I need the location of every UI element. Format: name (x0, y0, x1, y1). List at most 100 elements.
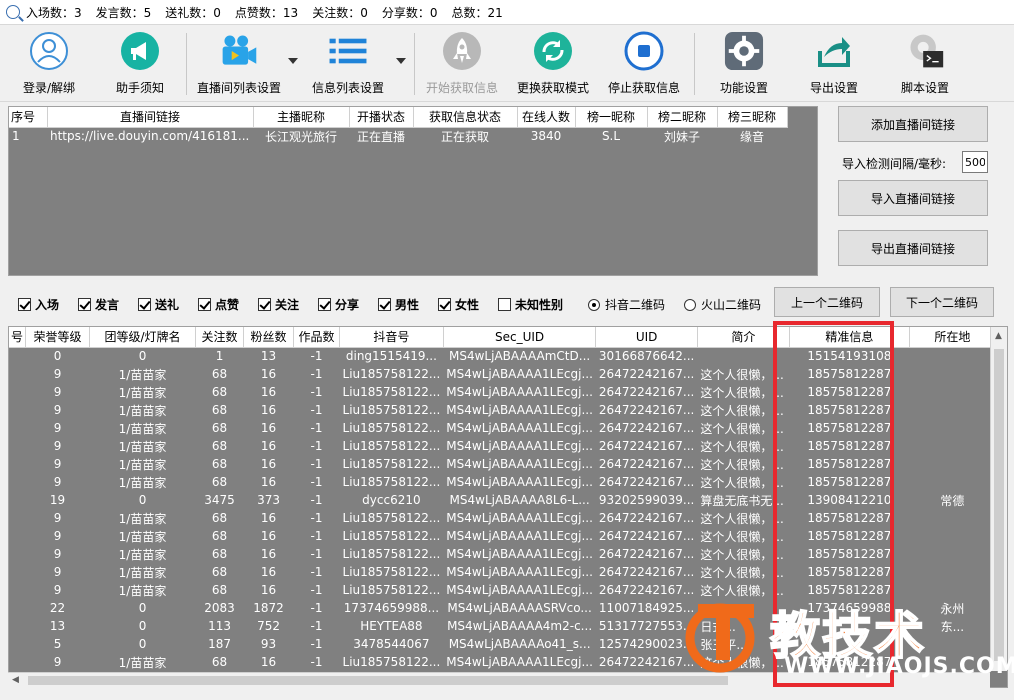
live-col-header[interactable]: 直播间链接 (47, 107, 254, 128)
table-row[interactable]: 9 1/苗苗家 68 16 -1 Liu185758122... MS4wLjABAAAA1… (9, 419, 995, 437)
chevron-down-icon[interactable] (396, 58, 406, 64)
table-cell: 18575812287 (807, 385, 892, 399)
scroll-left-icon[interactable]: ◀ (12, 675, 19, 685)
table-row[interactable]: 0 0 1 13 -1 ding1515419... MS4wLjABAAAAmCtD...… (9, 347, 995, 365)
scroll-thumb[interactable] (994, 349, 1004, 661)
filter-checkbox[interactable]: 男性 (378, 296, 419, 313)
export-icon (814, 31, 854, 71)
table-cell: -1 (310, 349, 323, 364)
script-settings-button[interactable]: 脚本设置 (894, 31, 956, 99)
live-col-header[interactable]: 开播状态 (349, 107, 414, 128)
vertical-scrollbar[interactable]: ▲ (990, 327, 1007, 671)
table-cell: 这个人很懒，... (700, 475, 784, 490)
stop-fetch-button[interactable]: 停止获取信息 (604, 31, 684, 99)
table-cell (909, 419, 995, 437)
table-row[interactable]: 9 1/苗苗家 68 16 -1 Liu185758122... MS4wLjABAAAA1… (9, 563, 995, 581)
live-col-header[interactable]: 榜三昵称 (717, 107, 788, 128)
table-cell: -1 (310, 637, 323, 651)
table-row[interactable]: 1 https://live.douyin.com/416181... 长江观光旅行… (9, 127, 787, 145)
add-live-link-button[interactable]: 添加直播间链接 (838, 106, 988, 142)
douyin-qr-radio[interactable]: 抖音二维码 (588, 296, 665, 313)
info-col-header[interactable]: 精准信息 (789, 327, 910, 348)
info-table[interactable]: 号荣誉等级 团等级/灯牌名 关注数 粉丝数 作品数 抖音号 Sec_UID UID 简介 精准信息… (8, 326, 1008, 688)
table-row[interactable]: 5 0 187 93 -1 3478544067 MS4wLjABAAAAo41_s... 1… (9, 635, 995, 653)
info-col-header[interactable]: 关注数 (195, 327, 245, 348)
table-row[interactable]: 9 1/苗苗家 68 16 -1 Liu185758122... MS4wLjABAAAA1… (9, 527, 995, 545)
live-room-table[interactable]: 序号 直播间链接 主播昵称 开播状态 获取信息状态 在线人数 榜一昵称 榜二昵称 榜三昵称 1 h… (8, 106, 818, 276)
helper-button[interactable]: 助手须知 (108, 31, 172, 99)
table-cell: 1872 (253, 601, 284, 615)
horizontal-scrollbar[interactable]: ◀ (8, 672, 990, 688)
info-col-header[interactable]: 团等级/灯牌名 (89, 327, 197, 348)
filter-checkbox[interactable]: 女性 (438, 296, 479, 313)
table-row[interactable]: 9 1/苗苗家 68 16 -1 Liu185758122... MS4wLjABAAAA1… (9, 455, 995, 473)
table-cell: Liu185758122... (342, 511, 441, 525)
table-cell: 1 (215, 349, 224, 364)
table-cell (909, 473, 995, 491)
table-cell: 26472242167... (598, 511, 695, 525)
table-row[interactable]: 9 1/苗苗家 68 16 -1 Liu185758122... MS4wLjABAAAA1… (9, 437, 995, 455)
table-row[interactable]: 9 1/苗苗家 68 16 -1 Liu185758122... MS4wLjABAAAA1… (9, 581, 995, 599)
info-col-header[interactable]: 作品数 (293, 327, 341, 348)
table-row[interactable]: 9 1/苗苗家 68 16 -1 Liu185758122... MS4wLjABAAAA1… (9, 473, 995, 491)
info-col-header[interactable]: 简介 (697, 327, 790, 348)
table-row[interactable]: 9 1/苗苗家 68 16 -1 Liu185758122... MS4wLjABAAAA1… (9, 383, 995, 401)
filter-checkbox[interactable]: 点赞 (198, 296, 239, 313)
info-col-header[interactable]: 粉丝数 (243, 327, 295, 348)
table-cell: 9 (53, 655, 62, 669)
scroll-up-icon[interactable]: ▲ (995, 331, 1002, 341)
export-settings-button[interactable]: 导出设置 (806, 31, 862, 99)
table-cell: 1/苗苗家 (118, 367, 167, 382)
table-cell: 1/苗苗家 (118, 511, 167, 526)
info-col-header[interactable]: 抖音号 (339, 327, 444, 348)
live-col-header[interactable]: 主播昵称 (253, 107, 350, 128)
huoshan-qr-radio[interactable]: 火山二维码 (684, 296, 761, 313)
import-live-link-button[interactable]: 导入直播间链接 (838, 180, 988, 216)
filter-checkbox[interactable]: 送礼 (138, 296, 179, 313)
table-cell: 9 (53, 583, 62, 597)
filter-checkbox[interactable]: 发言 (78, 296, 119, 313)
checkmark-icon (258, 298, 271, 311)
table-cell: MS4wLjABAAAAo41_s... (448, 637, 591, 651)
chevron-down-icon[interactable] (288, 58, 298, 64)
table-cell: -1 (310, 619, 323, 633)
table-row[interactable]: 13 0 113 752 -1 HEYTEA88 MS4wLjABAAAA4m2-c... 5… (9, 617, 995, 635)
prev-qr-button[interactable]: 上一个二维码 (774, 287, 880, 317)
table-cell (9, 383, 26, 401)
next-qr-button[interactable]: 下一个二维码 (890, 287, 994, 317)
table-cell: 11007184925... (598, 601, 695, 615)
table-row[interactable]: 19 0 3475 373 -1 dycc6210 MS4wLjABAAAA8L6-L...… (9, 491, 995, 509)
info-col-header[interactable]: UID (595, 327, 698, 348)
filter-checkbox[interactable]: 入场 (18, 296, 59, 313)
filter-checkbox[interactable]: 分享 (318, 296, 359, 313)
info-col-header[interactable]: 号 (9, 327, 27, 348)
filter-checkbox[interactable]: 未知性别 (498, 296, 563, 313)
info-list-settings-button[interactable]: 信息列表设置 (306, 31, 390, 99)
feature-settings-button[interactable]: 功能设置 (714, 31, 774, 99)
info-col-header[interactable]: Sec_UID (443, 327, 597, 348)
export-live-link-button[interactable]: 导出直播间链接 (838, 230, 988, 266)
live-col-header[interactable]: 在线人数 (517, 107, 576, 128)
table-row[interactable]: 9 1/苗苗家 68 16 -1 Liu185758122... MS4wLjABAAAA1… (9, 509, 995, 527)
live-col-header[interactable]: 榜一昵称 (575, 107, 648, 128)
live-col-header[interactable]: 榜二昵称 (647, 107, 718, 128)
login-button[interactable]: 登录/解绑 (14, 31, 84, 99)
table-row[interactable]: 9 1/苗苗家 68 16 -1 Liu185758122... MS4wLjABAAAA1… (9, 545, 995, 563)
info-col-header[interactable]: 荣誉等级 (25, 327, 91, 348)
live-col-header[interactable]: 序号 (9, 107, 48, 128)
start-fetch-button[interactable]: 开始获取信息 (424, 31, 500, 99)
live-col-header[interactable]: 获取信息状态 (413, 107, 518, 128)
table-row[interactable]: 22 0 2083 1872 -1 17374659988... MS4wLjABAAAAS… (9, 599, 995, 617)
scroll-thumb[interactable] (28, 676, 728, 685)
switch-mode-button[interactable]: 更换获取模式 (514, 31, 592, 99)
info-col-header[interactable]: 所在地 (909, 327, 996, 348)
table-row[interactable]: 9 1/苗苗家 68 16 -1 Liu185758122... MS4wLjABAAAA1… (9, 653, 995, 671)
filter-checkbox[interactable]: 关注 (258, 296, 299, 313)
table-cell: 0 (138, 619, 147, 633)
table-cell: 1/苗苗家 (118, 583, 167, 598)
live-list-settings-button[interactable]: 直播间列表设置 (194, 31, 284, 99)
table-row[interactable]: 9 1/苗苗家 68 16 -1 Liu185758122... MS4wLjABAAAA1… (9, 401, 995, 419)
interval-input[interactable] (962, 151, 988, 173)
table-row[interactable]: 9 1/苗苗家 68 16 -1 Liu185758122... MS4wLjABAAAA1… (9, 365, 995, 383)
interval-label: 导入检测间隔/毫秒: (842, 157, 947, 171)
